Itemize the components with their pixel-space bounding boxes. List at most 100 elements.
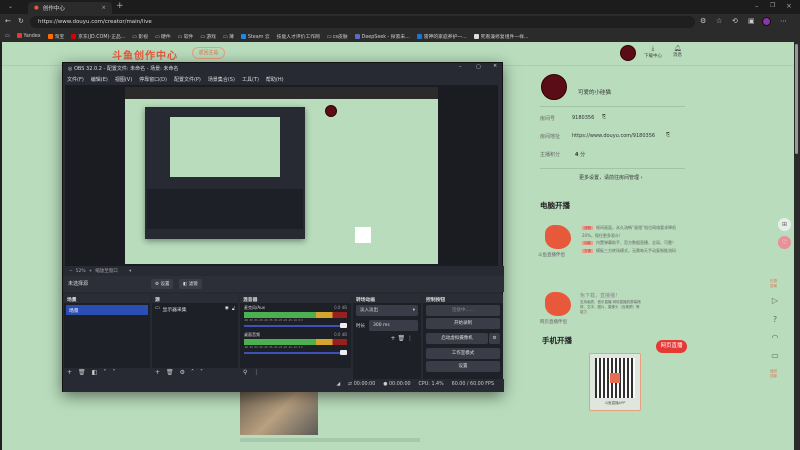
scene-item[interactable]: 场景 (66, 305, 148, 315)
monitor-icon[interactable]: ▭ (769, 351, 781, 360)
history-icon[interactable]: ⟲ (732, 17, 738, 25)
bookmark[interactable]: 雷神的家庭养护一... (416, 33, 467, 40)
volume-slider[interactable] (244, 323, 347, 328)
minimize-icon[interactable]: – (755, 2, 759, 10)
bookmark-folder[interactable]: ▭ cs皮肤 (327, 33, 348, 40)
bookmark[interactable]: Steam 云 (240, 33, 270, 40)
copy-icon[interactable]: ⎘ (666, 132, 670, 138)
browser-tab[interactable]: ● 创作中心 × (28, 2, 112, 14)
reload-icon[interactable]: ↻ (18, 17, 24, 25)
add-icon[interactable]: + (155, 369, 160, 378)
more-icon[interactable]: ⋯ (780, 17, 787, 25)
filter-icon[interactable]: ◧ (92, 369, 98, 378)
copy-icon[interactable]: ⎘ (602, 114, 606, 120)
bookmark[interactable]: 死看兼修复组件一样... (473, 33, 528, 40)
web-companion-label[interactable]: 网页直播伴侣 (540, 319, 567, 326)
studio-mode-button[interactable]: 工作室模式 (426, 348, 500, 359)
gift-answer-link[interactable]: 礼物答案 (770, 279, 780, 289)
collections-icon[interactable]: ▣ (748, 17, 755, 25)
trash-icon[interactable]: 🗑︎ (78, 369, 86, 378)
stream-button[interactable]: 连接中...... (426, 305, 500, 316)
back-icon[interactable]: ← (5, 17, 11, 25)
logo-text: 斗鱼创作中心 (112, 51, 178, 62)
eye-icon[interactable]: ◉ (225, 306, 229, 313)
back-to-top-link[interactable]: 返回顶部 (770, 369, 780, 379)
restore-icon[interactable]: ❐ (770, 2, 775, 9)
virtual-camera-button[interactable]: 启动虚拟摄像机 (426, 333, 488, 344)
menu-help[interactable]: 帮助(H) (266, 76, 284, 83)
back-to-main-button[interactable]: 返回主站 (192, 47, 225, 59)
filters-button[interactable]: ◧ 滤镜 (179, 279, 202, 289)
menu-scene-collection[interactable]: 场景集合(S) (208, 76, 235, 83)
tab-list-icon[interactable]: ⌄ (8, 3, 13, 10)
up-icon[interactable]: ˄ (191, 369, 194, 378)
mixer-settings-icon[interactable]: ⚲ (243, 369, 247, 378)
bookmark-folder[interactable]: ▭ 游戏 (200, 33, 216, 40)
bookmark-folder[interactable]: ▭ 影视 (132, 33, 148, 40)
close-tab-icon[interactable]: × (101, 5, 106, 11)
zoom-in-icon[interactable]: + (89, 269, 93, 274)
favorites-icon[interactable]: ☆ (716, 17, 722, 25)
properties-button[interactable]: ⚙ 设置 (151, 279, 174, 289)
new-tab-icon[interactable]: + (116, 1, 124, 11)
menu-tools[interactable]: 工具(T) (242, 76, 259, 83)
obs-minimize-icon[interactable]: – (459, 64, 462, 70)
start-recording-button[interactable]: 开始录制 (426, 318, 500, 329)
menu-profile[interactable]: 配置文件(P) (174, 76, 201, 83)
bookmark-folder[interactable]: ▭ 薄 (223, 33, 234, 40)
down-icon[interactable]: ˅ (200, 369, 203, 378)
web-companion-mascot-icon[interactable] (545, 292, 571, 316)
headset-icon[interactable]: ◠ (769, 333, 781, 342)
page-scrollbar[interactable] (794, 42, 800, 450)
menu-view[interactable]: 视图(V) (115, 76, 132, 83)
close-window-icon[interactable]: × (786, 2, 792, 10)
live-companion-label[interactable]: 斗鱼直播伴侣 (538, 252, 565, 259)
bookmark-folder[interactable]: ▭ 硬件 (155, 33, 171, 40)
bookmark[interactable]: 技能人才评价工作网 (277, 33, 320, 40)
transition-select[interactable]: 淡入淡出 ▾ (356, 305, 418, 316)
virtual-camera-settings-icon[interactable]: ⚙ (489, 333, 500, 344)
trash-icon[interactable]: 🗑︎ (166, 369, 174, 378)
volume-slider[interactable] (244, 350, 347, 355)
bookmark[interactable]: 淘宝 (47, 33, 64, 40)
down-icon[interactable]: ˅ (112, 369, 115, 378)
obs-close-icon[interactable]: × (493, 63, 497, 69)
add-icon[interactable]: + (391, 335, 396, 342)
web-live-button[interactable]: 网页直播 (656, 340, 687, 353)
zoom-mode-select[interactable]: 缩放至窗口 (95, 269, 118, 274)
header-avatar[interactable] (620, 45, 636, 61)
zoom-out-icon[interactable]: − (69, 269, 73, 274)
help-icon[interactable]: ? (769, 315, 781, 324)
url-input[interactable]: https://www.douyu.com/creator/main/live (30, 16, 695, 28)
obs-preview[interactable] (65, 85, 498, 266)
more-icon[interactable]: ⋮ (407, 335, 413, 342)
bookmark-folder[interactable]: ▭ 软件 (178, 33, 194, 40)
extensions-icon[interactable]: ⚙ (700, 17, 706, 25)
settings-button[interactable]: 设置 (426, 361, 500, 372)
obs-logo-icon: ◎ (68, 66, 73, 72)
video-icon[interactable]: ▷ (769, 296, 781, 305)
menu-docks[interactable]: 停靠窗口(D) (139, 76, 167, 83)
menu-edit[interactable]: 编辑(E) (91, 76, 108, 83)
up-icon[interactable]: ˄ (103, 369, 106, 378)
download-center-link[interactable]: ⤓ 下载中心 (644, 45, 662, 59)
messages-link[interactable]: 🔔︎ 消息 (673, 45, 682, 58)
bookmark[interactable]: Yandex (16, 33, 41, 39)
duration-input[interactable]: 300 ms (369, 320, 418, 331)
menu-file[interactable]: 文件(F) (67, 76, 84, 83)
gear-icon[interactable]: ⚙ (180, 369, 185, 378)
qr-code[interactable] (595, 358, 635, 398)
bookmark[interactable]: DeepSeek - 探索未... (354, 33, 410, 40)
lock-icon[interactable]: 🔓︎ (232, 306, 235, 313)
profile-avatar[interactable] (762, 17, 771, 26)
live-companion-mascot-icon[interactable] (545, 225, 571, 249)
source-item[interactable]: ▭ 显示器采集 ◉ 🔓︎ (152, 303, 238, 316)
float-feedback-icon[interactable]: ♡ (778, 236, 791, 249)
add-icon[interactable]: + (67, 369, 72, 378)
more-settings-link[interactable]: 更多设置，请前往房间管理 › (579, 174, 643, 181)
float-tool-icon[interactable]: ⊞ (778, 218, 791, 231)
trash-icon[interactable]: 🗑︎ (397, 335, 405, 342)
obs-maximize-icon[interactable]: ▢ (476, 64, 481, 70)
more-icon[interactable]: ⋮ (253, 369, 259, 378)
bookmark[interactable]: 京东(JD.COM)-正品... (71, 33, 125, 40)
